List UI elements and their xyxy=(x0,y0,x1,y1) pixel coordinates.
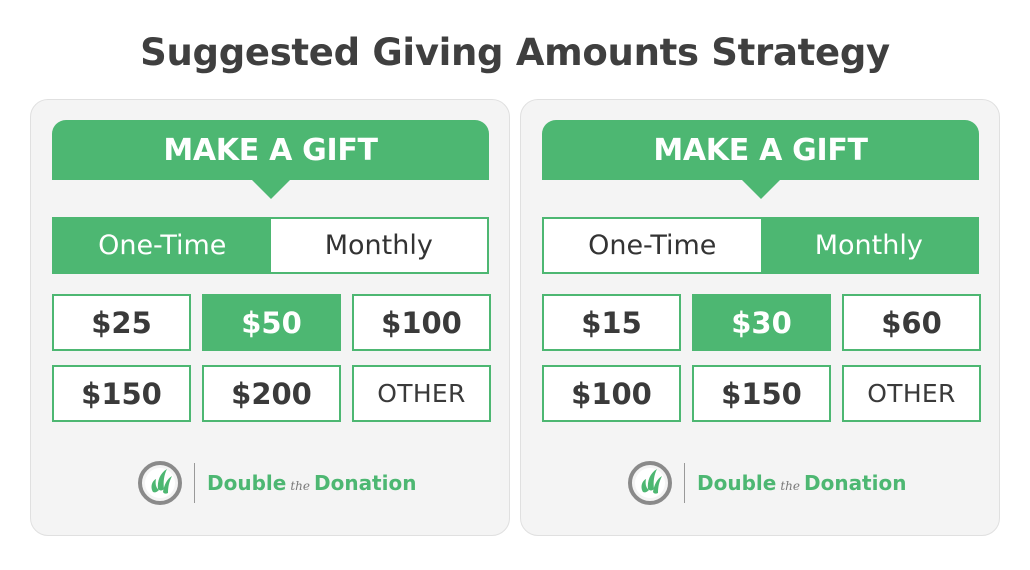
logo-divider xyxy=(684,463,685,503)
amount-button-selected[interactable]: $50 xyxy=(202,294,341,351)
banner-pointer-arrow xyxy=(250,179,291,199)
logo-word-double: Double xyxy=(207,471,287,495)
amount-button[interactable]: $25 xyxy=(52,294,191,351)
amount-grid: $25 $50 $100 $150 $200 OTHER xyxy=(52,294,491,422)
amount-button[interactable]: $150 xyxy=(52,365,191,422)
make-a-gift-banner: MAKE A GIFT xyxy=(52,120,489,199)
double-the-donation-logo: Double the Donation xyxy=(626,458,906,508)
banner-pointer-arrow xyxy=(740,179,781,199)
amount-button[interactable]: $100 xyxy=(542,365,681,422)
double-the-donation-logo: Double the Donation xyxy=(136,458,416,508)
monthly-option[interactable]: Monthly xyxy=(271,219,488,272)
logo-word-the: the xyxy=(290,479,310,493)
donation-card-monthly: MAKE A GIFT One-Time Monthly $15 $30 $60… xyxy=(520,99,1000,536)
logo-word-donation: Donation xyxy=(803,471,907,495)
logo-wordmark: Double the Donation xyxy=(697,471,906,495)
banner-title: MAKE A GIFT xyxy=(653,133,868,168)
amount-button[interactable]: $150 xyxy=(692,365,831,422)
frequency-toggle: One-Time Monthly xyxy=(542,217,979,274)
double-the-donation-logo-icon xyxy=(628,461,672,505)
logo-word-double: Double xyxy=(697,471,777,495)
other-amount-button[interactable]: OTHER xyxy=(352,365,491,422)
logo-word-the: the xyxy=(780,479,800,493)
amount-button[interactable]: $15 xyxy=(542,294,681,351)
logo-wordmark: Double the Donation xyxy=(207,471,416,495)
donation-card-one-time: MAKE A GIFT One-Time Monthly $25 $50 $10… xyxy=(30,99,510,536)
banner-title: MAKE A GIFT xyxy=(163,133,378,168)
amount-button-selected[interactable]: $30 xyxy=(692,294,831,351)
page-title: Suggested Giving Amounts Strategy xyxy=(140,31,890,74)
logo-word-donation: Donation xyxy=(313,471,417,495)
make-a-gift-banner: MAKE A GIFT xyxy=(542,120,979,199)
frequency-toggle: One-Time Monthly xyxy=(52,217,489,274)
monthly-option[interactable]: Monthly xyxy=(760,219,977,272)
amount-button[interactable]: $60 xyxy=(842,294,981,351)
double-the-donation-logo-icon xyxy=(138,461,182,505)
other-amount-button[interactable]: OTHER xyxy=(842,365,981,422)
amount-button[interactable]: $200 xyxy=(202,365,341,422)
amount-button[interactable]: $100 xyxy=(352,294,491,351)
amount-grid: $15 $30 $60 $100 $150 OTHER xyxy=(542,294,981,422)
logo-divider xyxy=(194,463,195,503)
one-time-option[interactable]: One-Time xyxy=(54,219,271,272)
one-time-option[interactable]: One-Time xyxy=(544,219,761,272)
